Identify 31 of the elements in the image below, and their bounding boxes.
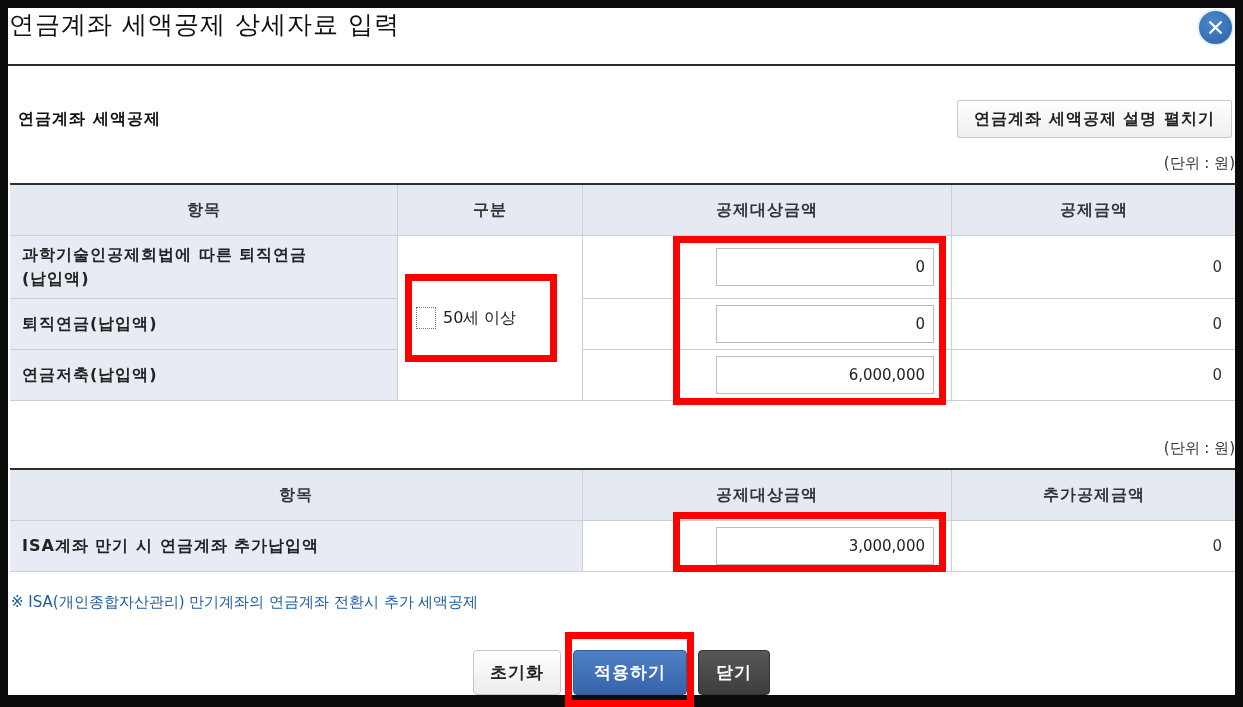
deduction-amount: 0 — [1212, 258, 1222, 276]
section-heading: 연금계좌 세액공제 — [18, 108, 161, 130]
row-label: 연금저축(납입액) — [10, 350, 398, 401]
unit-note: (단위 : 원) — [1163, 438, 1235, 459]
checkbox[interactable] — [416, 307, 436, 329]
unit-note: (단위 : 원) — [1163, 153, 1235, 174]
close-icon — [1209, 21, 1222, 34]
row-label: ISA계좌 만기 시 연금계좌 추가납입액 — [10, 521, 583, 572]
deduction-amount: 0 — [1212, 315, 1222, 333]
amount-input[interactable]: 3,000,000 — [716, 527, 934, 565]
column-header: 공제대상금액 — [583, 185, 952, 236]
amount-input[interactable]: 0 — [716, 248, 934, 286]
column-header: 항목 — [10, 470, 583, 521]
amount-input[interactable]: 0 — [716, 305, 934, 343]
row-label: 퇴직연금(납입액) — [10, 299, 398, 350]
dialog-title: 연금계좌 세액공제 상세자료 입력 — [8, 9, 400, 41]
column-header: 항목 — [10, 185, 398, 236]
expand-description-button[interactable]: 연금계좌 세액공제 설명 펼치기 — [957, 100, 1232, 138]
column-header: 추가공제금액 — [952, 470, 1235, 521]
column-header: 구분 — [398, 185, 583, 236]
footnote-text: ※ ISA(개인종합자산관리) 만기계좌의 연금계좌 전환시 추가 세액공제 — [11, 593, 479, 611]
close-button[interactable]: 닫기 — [698, 650, 770, 695]
checkbox-label: 50세 이상 — [443, 307, 517, 329]
close-button[interactable] — [1197, 9, 1234, 46]
deduction-amount: 0 — [1212, 537, 1222, 555]
amount-input[interactable]: 6,000,000 — [716, 356, 934, 394]
apply-button[interactable]: 적용하기 — [573, 650, 687, 695]
deduction-amount: 0 — [1212, 366, 1222, 384]
row-label: 과학기술인공제회법에 따른 퇴직연금 (납입액) — [10, 236, 398, 299]
column-header: 공제금액 — [952, 185, 1235, 236]
reset-button[interactable]: 초기화 — [473, 650, 561, 695]
